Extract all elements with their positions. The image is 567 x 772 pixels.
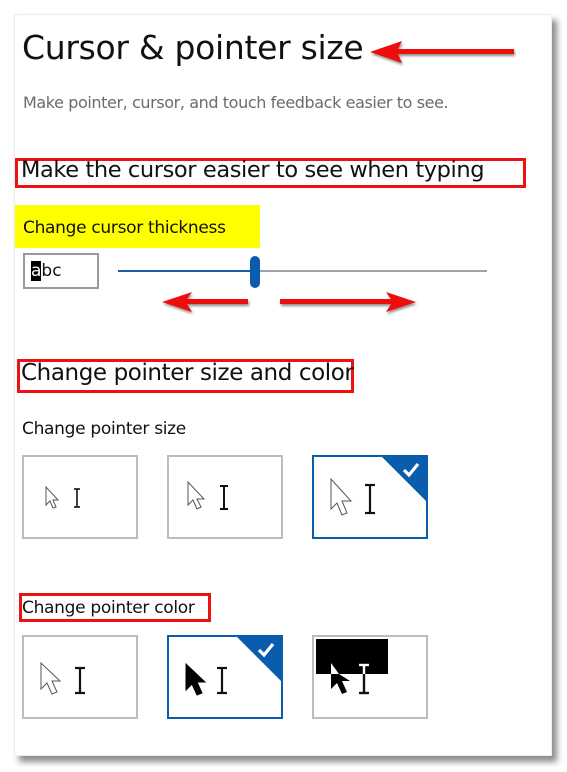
cursor-preview-highlight: a xyxy=(31,261,42,281)
pointer-cursor-small-icon xyxy=(45,485,80,509)
cursor-preview-box: abc xyxy=(23,253,99,289)
page-subtitle: Make pointer, cursor, and touch feedback… xyxy=(23,93,449,112)
annotation-arrow-left xyxy=(162,292,248,312)
pointer-section-heading: Change pointer size and color xyxy=(21,360,354,386)
annotation-arrow-right xyxy=(280,292,416,312)
page-title: Cursor & pointer size xyxy=(22,28,364,67)
pointer-color-label: Change pointer color xyxy=(22,598,195,618)
cursor-section-heading: Make the cursor easier to see when typin… xyxy=(21,157,485,183)
cursor-thickness-label: Change cursor thickness xyxy=(23,218,226,238)
pointer-color-option-white[interactable] xyxy=(22,635,138,719)
slider-track-empty[interactable] xyxy=(254,270,487,272)
pointer-cursor-medium-icon xyxy=(187,480,228,510)
pointer-size-option-large[interactable] xyxy=(312,455,428,539)
cursor-preview-text: abc xyxy=(31,261,62,281)
cursor-thickness-slider-thumb[interactable] xyxy=(249,256,260,288)
checkmark-icon xyxy=(402,462,420,478)
slider-track-filled[interactable] xyxy=(118,270,255,272)
pointer-color-option-black[interactable] xyxy=(167,635,283,719)
cursor-preview-rest: bc xyxy=(41,261,62,281)
pointer-size-option-medium[interactable] xyxy=(167,455,283,539)
pointer-size-option-small[interactable] xyxy=(22,455,138,539)
annotation-arrow-title xyxy=(370,41,514,63)
pointer-size-label: Change pointer size xyxy=(22,419,186,439)
pointer-cursor-white-icon xyxy=(40,661,85,695)
checkmark-icon xyxy=(257,642,275,658)
pointer-cursor-inverted-icon xyxy=(316,639,388,695)
pointer-color-option-inverted[interactable] xyxy=(312,635,428,719)
